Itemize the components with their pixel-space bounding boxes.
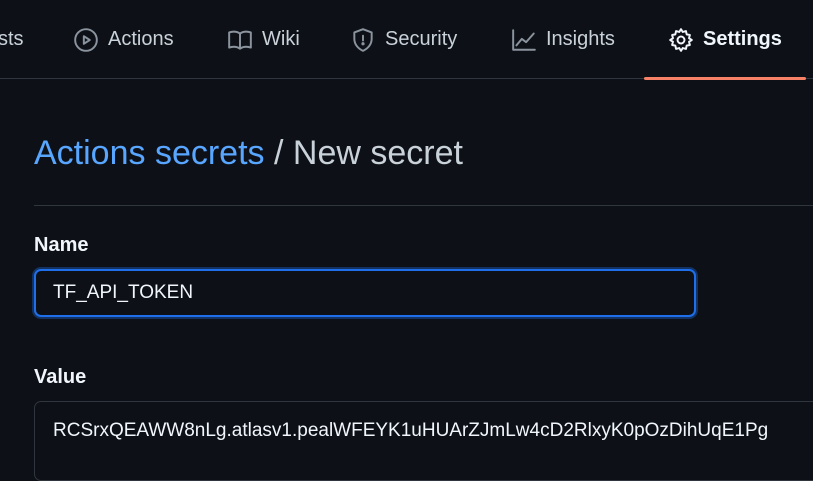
tab-label: Security (385, 28, 458, 50)
page-title: Actions secrets / New secret (34, 134, 463, 173)
tab-label: Wiki (262, 28, 300, 50)
tab-label: Actions (108, 28, 174, 50)
shield-icon (353, 27, 373, 52)
tab-pull-requests-partial[interactable]: sts (0, 0, 24, 79)
repo-nav-tabbar: sts Actions Wiki Security Insights Setti… (0, 0, 813, 80)
book-icon (228, 30, 252, 50)
breadcrumb-separator: / (273, 134, 284, 172)
breadcrumb-parent-link[interactable]: Actions secrets (34, 134, 265, 172)
secret-value-textarea[interactable]: RCSrxQEAWW8nLg.atlasv1.pealWFEYK1uHUArZJ… (34, 401, 813, 481)
tab-wiki[interactable]: Wiki (227, 0, 300, 79)
tab-settings[interactable]: Settings (644, 0, 806, 80)
tab-actions[interactable]: Actions (73, 0, 174, 79)
tab-label: Insights (546, 28, 615, 50)
play-icon (74, 27, 98, 52)
secret-value-text: RCSrxQEAWW8nLg.atlasv1.pealWFEYK1uHUArZJ… (53, 420, 769, 441)
header-divider (34, 205, 813, 206)
tab-security[interactable]: Security (350, 0, 457, 79)
name-label: Name (34, 234, 89, 256)
tab-label: sts (0, 28, 24, 50)
graph-icon (512, 28, 536, 51)
active-tab-indicator (644, 77, 806, 80)
value-label: Value (34, 366, 87, 388)
gear-icon (669, 27, 693, 52)
tab-insights[interactable]: Insights (511, 0, 615, 79)
secret-name-input[interactable] (34, 269, 696, 317)
breadcrumb-current: New secret (292, 134, 463, 172)
tab-label: Settings (703, 28, 782, 50)
